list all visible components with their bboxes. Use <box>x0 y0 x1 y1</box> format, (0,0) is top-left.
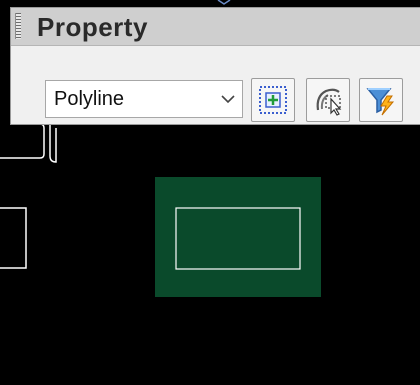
quick-select-button[interactable] <box>306 78 350 122</box>
select-value: Polyline <box>54 88 125 110</box>
chevron-down-icon <box>221 95 235 104</box>
filter-button[interactable] <box>359 78 403 122</box>
highlight-region[interactable] <box>155 177 321 297</box>
select-objects-button[interactable] <box>251 78 295 122</box>
quick-select-icon <box>316 88 342 116</box>
left-partial-shapes[interactable] <box>0 123 57 269</box>
top-arrow-mark <box>217 0 231 5</box>
filter-lightning-icon <box>366 88 395 116</box>
object-type-select[interactable]: Polyline <box>45 80 243 118</box>
select-objects-icon <box>259 86 287 114</box>
palette-title: Property <box>37 12 148 42</box>
grip-handle-icon[interactable] <box>15 13 21 39</box>
palette-toolbar: Polyline <box>11 46 420 124</box>
property-palette: Property Polyline <box>10 7 420 125</box>
palette-titlebar[interactable]: Property <box>11 8 420 46</box>
